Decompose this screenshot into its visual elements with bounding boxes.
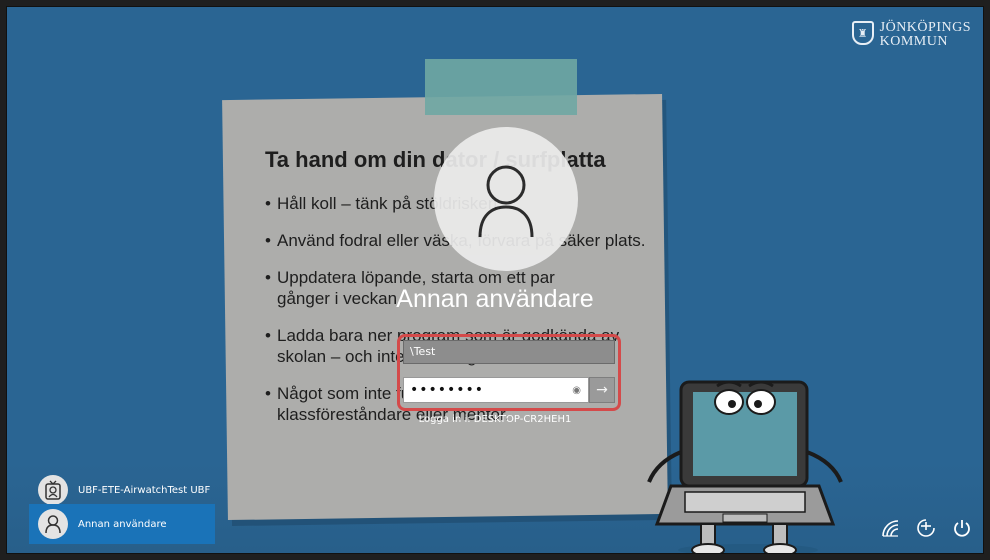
password-row: •••••••• ◉ →	[403, 377, 615, 403]
user-avatar	[434, 127, 578, 271]
accessibility-icon[interactable]	[915, 517, 937, 539]
account-badge-icon	[38, 475, 68, 505]
crest-icon: ♜	[851, 21, 874, 45]
logo-line2: KOMMUN	[879, 34, 948, 49]
user-list-label: Annan användare	[78, 518, 167, 530]
tape-strip	[425, 59, 577, 115]
password-field[interactable]: •••••••• ◉	[403, 377, 589, 403]
laptop-character-illustration	[647, 380, 843, 553]
lock-screen: ♜ JÖNKÖPINGS KOMMUN Ta hand om din dator…	[6, 6, 984, 554]
power-icon[interactable]	[951, 517, 973, 539]
person-icon	[38, 509, 68, 539]
user-list-item-other-user[interactable]: Annan användare	[29, 504, 215, 544]
username-title: Annan användare	[396, 285, 594, 313]
system-icons	[879, 517, 973, 539]
logo-line1: JÖNKÖPINGS	[879, 20, 971, 35]
username-field[interactable]: \Test	[403, 340, 615, 364]
password-mask: ••••••••	[410, 382, 485, 398]
submit-arrow-button[interactable]: →	[589, 377, 615, 403]
jonkoping-logo: ♜ JÖNKÖPINGS KOMMUN	[851, 20, 971, 49]
person-icon	[478, 165, 534, 238]
reveal-password-icon[interactable]: ◉	[572, 385, 582, 396]
user-list-label: UBF-ETE-AirwatchTest UBF	[78, 484, 211, 496]
network-icon[interactable]	[879, 517, 901, 539]
